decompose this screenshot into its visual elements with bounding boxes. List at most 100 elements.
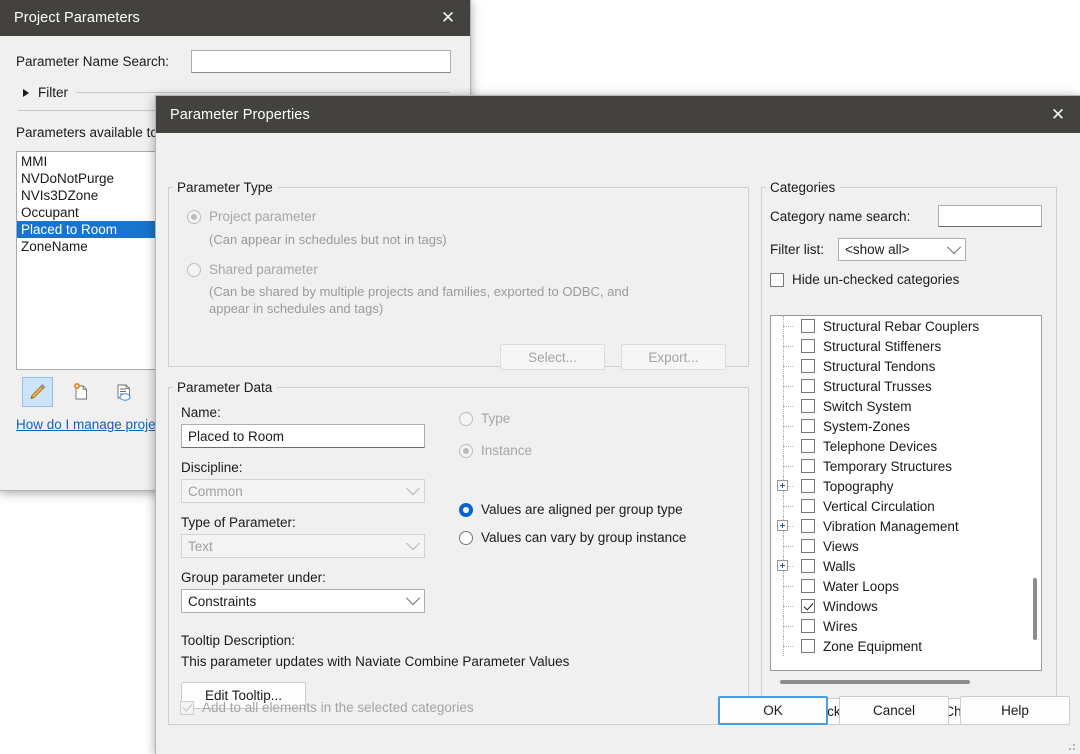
parameter-type-group: Parameter Type Project parameter (Can ap… [168,180,749,367]
tree-item[interactable]: Structural Rebar Couplers [771,316,1029,336]
categories-legend: Categories [766,180,840,195]
shared-parameter-radio[interactable] [187,263,201,277]
tree-item-checkbox[interactable] [801,619,815,633]
category-name-search-input[interactable] [938,205,1042,227]
tree-item[interactable]: Vibration Management [771,516,1029,536]
parameter-properties-title: Parameter Properties [170,107,310,123]
values-vary-radio-row[interactable]: Values can vary by group instance [459,530,686,545]
add-to-all-elements-checkbox[interactable] [180,701,194,715]
tree-item[interactable]: Topography [771,476,1029,496]
instance-radio[interactable] [459,444,473,458]
tree-item[interactable]: Structural Tendons [771,356,1029,376]
type-radio[interactable] [459,412,473,426]
tree-item-checkbox[interactable] [801,499,815,513]
ok-button[interactable]: OK [718,696,828,725]
new-parameter-icon[interactable] [65,377,96,407]
categories-tree[interactable]: Structural Rebar Couplers Structural Sti… [770,315,1042,671]
export-button[interactable]: Export... [621,344,726,370]
group-parameter-under-select[interactable]: Constraints [181,589,425,613]
tree-gutter [775,516,801,536]
tree-gutter [775,456,801,476]
cancel-button[interactable]: Cancel [839,696,949,725]
tree-item[interactable]: Structural Stiffeners [771,336,1029,356]
chevron-down-icon [406,481,420,495]
tree-item-checkbox[interactable] [801,339,815,353]
categories-horizontal-scrollbar[interactable] [770,675,1042,689]
tree-item[interactable]: Structural Trusses [771,376,1029,396]
filter-list-label: Filter list: [770,242,824,257]
type-radio-row[interactable]: Type [459,411,686,426]
tree-item-checkbox[interactable] [801,319,815,333]
close-icon[interactable]: ✕ [1036,96,1080,133]
tree-item-label: Structural Stiffeners [823,339,941,354]
type-of-parameter-select[interactable]: Text [181,534,425,558]
tree-item-checkbox[interactable] [801,439,815,453]
project-parameter-radio-row[interactable]: Project parameter [187,209,629,224]
tree-item[interactable]: Water Loops [771,576,1029,596]
close-icon[interactable]: ✕ [426,0,470,36]
project-parameters-titlebar: Project Parameters ✕ [0,0,470,36]
hide-unchecked-categories-row[interactable]: Hide un-checked categories [770,272,959,287]
tree-item[interactable]: System-Zones [771,416,1029,436]
shared-parameter-radio-row[interactable]: Shared parameter [187,262,629,277]
tree-item-checkbox[interactable] [801,639,815,653]
discipline-value: Common [188,484,243,499]
values-aligned-radio-row[interactable]: Values are aligned per group type [459,502,686,517]
tree-item-checkbox[interactable] [801,579,815,593]
select-button[interactable]: Select... [500,344,605,370]
discipline-select[interactable]: Common [181,479,425,503]
tree-item[interactable]: Temporary Structures [771,456,1029,476]
values-aligned-radio[interactable] [459,503,473,517]
tree-item-checkbox[interactable] [801,459,815,473]
instance-radio-row[interactable]: Instance [459,443,686,458]
tree-item[interactable]: Walls [771,556,1029,576]
tree-gutter [775,356,801,376]
tree-item-checkbox[interactable] [801,399,815,413]
tree-item[interactable]: Wires [771,616,1029,636]
type-radio-label: Type [481,411,510,426]
tree-item[interactable]: Views [771,536,1029,556]
categories-tree-scrollarea: Structural Rebar Couplers Structural Sti… [771,316,1029,670]
tree-item[interactable]: Telephone Devices [771,436,1029,456]
expand-plus-icon[interactable] [777,560,788,571]
categories-vertical-scrollbar[interactable] [1029,316,1041,670]
tree-item-checkbox[interactable] [801,419,815,433]
tree-item[interactable]: Switch System [771,396,1029,416]
edit-pencil-icon[interactable] [22,377,53,407]
resize-grip-icon[interactable] [1064,739,1076,751]
scrollbar-thumb[interactable] [780,680,970,684]
filter-label: Filter [38,85,68,100]
tree-item-checkbox[interactable] [801,539,815,553]
chevron-down-icon [947,240,961,254]
parameter-name-search-input[interactable] [191,50,451,73]
filter-list-select[interactable]: <show all> [838,238,966,261]
tree-item-checkbox[interactable] [801,519,815,533]
parameter-type-legend: Parameter Type [173,180,278,195]
parameter-properties-titlebar: Parameter Properties ✕ [156,96,1080,133]
tree-item-checkbox[interactable] [801,379,815,393]
tree-item-checked[interactable]: Windows [771,596,1029,616]
add-to-all-elements-row[interactable]: Add to all elements in the selected cate… [180,700,474,715]
scrollbar-thumb[interactable] [1033,578,1037,640]
tree-item-label: Walls [823,559,856,574]
tree-item[interactable]: Vertical Circulation [771,496,1029,516]
import-parameter-icon[interactable] [108,377,139,407]
tree-item-checkbox[interactable] [801,599,815,613]
help-button[interactable]: Help [960,696,1070,725]
hide-unchecked-checkbox[interactable] [770,273,784,287]
type-of-parameter-value: Text [188,539,213,554]
shared-parameter-description-line1: (Can be shared by multiple projects and … [209,283,629,300]
expand-plus-icon[interactable] [777,480,788,491]
values-vary-radio[interactable] [459,531,473,545]
name-field[interactable] [181,424,425,448]
tooltip-description-value: This parameter updates with Naviate Comb… [181,654,569,669]
tree-gutter [775,376,801,396]
tree-item[interactable]: Zone Equipment [771,636,1029,656]
tree-item-checkbox[interactable] [801,559,815,573]
expand-plus-icon[interactable] [777,520,788,531]
tree-item-checkbox[interactable] [801,359,815,373]
project-parameter-radio[interactable] [187,210,201,224]
parameter-name-search-label: Parameter Name Search: [16,54,169,69]
tree-item-checkbox[interactable] [801,479,815,493]
filter-divider [76,92,450,93]
